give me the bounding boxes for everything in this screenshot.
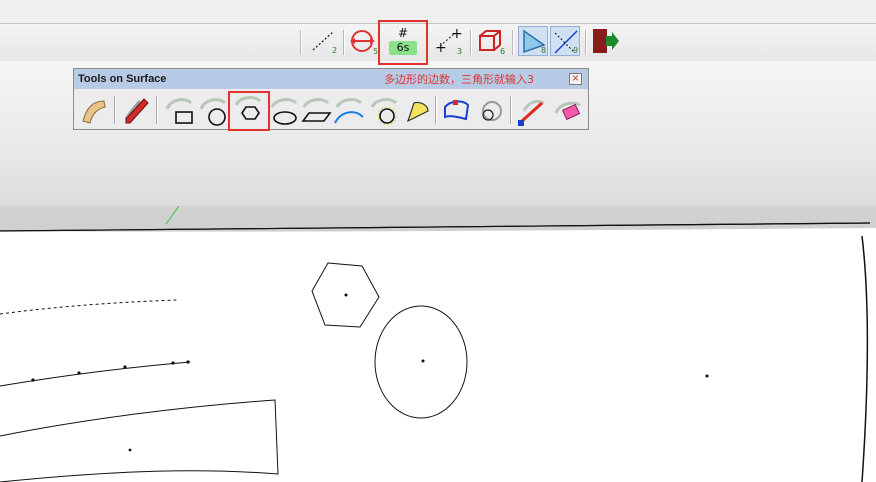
parallelogram-icon (301, 98, 332, 122)
panel-separator (435, 96, 437, 124)
svg-text:+: + (435, 40, 447, 56)
line-tool-button[interactable]: 2 (308, 26, 338, 56)
panel-separator (510, 96, 512, 124)
hexagon-center-point (344, 293, 348, 297)
ellipse-icon (270, 98, 298, 125)
circle-tool[interactable] (197, 93, 229, 127)
pencil-icon (124, 98, 149, 124)
surface-face (0, 228, 876, 482)
arc-tool[interactable] (333, 93, 365, 127)
exit-button[interactable] (590, 26, 620, 56)
eraser-icon (554, 101, 581, 121)
offset-icon (444, 100, 470, 121)
move-tool-button[interactable]: 5 (348, 26, 378, 56)
toolbar-separator (300, 30, 302, 55)
triangle-badge: 8 (541, 46, 547, 55)
rotate-tool[interactable] (474, 93, 506, 127)
parallelogram-tool[interactable] (300, 93, 332, 127)
circle-center-point (421, 359, 425, 363)
circle-offset-tool[interactable] (368, 93, 400, 127)
arc-icon (334, 98, 364, 124)
exit-icon (593, 29, 619, 53)
circle-icon (199, 98, 227, 126)
line-badge: 2 (332, 46, 338, 55)
line-draw-icon (518, 99, 545, 126)
pie-tool[interactable] (400, 93, 432, 127)
toolbar-separator (512, 30, 514, 55)
rectangle-icon (165, 98, 193, 124)
toolbar-separator (585, 30, 587, 55)
offset-tool[interactable] (440, 93, 472, 127)
rectangle-tool[interactable] (163, 93, 195, 127)
triangle-tool-button[interactable]: 8 (518, 26, 548, 56)
pie-icon (406, 101, 429, 123)
rotate-icon (482, 101, 502, 121)
line-draw-tool[interactable] (516, 93, 548, 127)
toolbar-separator (343, 30, 345, 55)
annotation-text: 多边形的边数，三角形就输入3 (384, 73, 534, 86)
panel-separator (156, 96, 158, 124)
surface-tool[interactable] (78, 93, 110, 127)
curve-point (123, 365, 127, 369)
panel-title: Tools on Surface (78, 73, 167, 85)
lone-point (705, 374, 709, 378)
eraser-tool[interactable] (552, 93, 584, 127)
panel-close-button[interactable]: × (569, 73, 582, 85)
axis-badge: 9 (573, 46, 579, 55)
toolbar-separator (470, 30, 472, 55)
drawing-canvas[interactable] (0, 206, 876, 482)
surface-icon (82, 100, 106, 124)
pencil-tool[interactable] (120, 93, 152, 127)
green-axis-line (165, 206, 180, 225)
box-tool-button[interactable]: 6 (475, 26, 505, 56)
add-point-button[interactable]: + + 3 (432, 26, 463, 56)
curve-point (186, 360, 190, 364)
svg-text:+: + (451, 26, 462, 42)
panel-separator (114, 96, 116, 124)
ellipse-tool[interactable] (268, 93, 300, 127)
curve-point (171, 361, 175, 365)
circle-offset-icon (370, 98, 398, 126)
window-top-band (0, 0, 876, 23)
polygon-tool-highlight (228, 91, 270, 131)
rectangle-center-point (128, 448, 132, 452)
box-badge: 6 (500, 47, 506, 56)
curve-point (31, 378, 35, 382)
dimension-highlight-box (378, 20, 428, 65)
point-badge: 3 (457, 47, 463, 56)
curve-point (77, 371, 81, 375)
axis-tool-button[interactable]: 9 (550, 26, 580, 56)
